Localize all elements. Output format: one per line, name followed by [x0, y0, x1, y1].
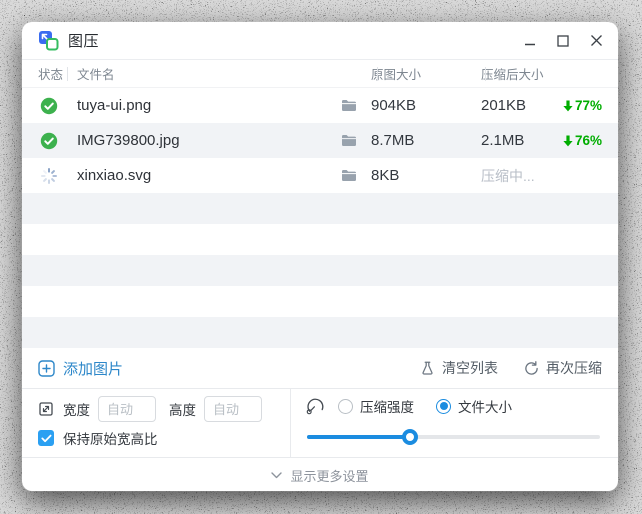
original-size: 904KB — [371, 97, 417, 114]
empty-row — [22, 317, 618, 348]
flask-icon — [420, 361, 435, 376]
success-check-icon — [40, 97, 58, 115]
original-size: 8KB — [371, 167, 400, 184]
compressed-size: 2.1MB — [481, 132, 525, 149]
reduction-arrow-icon — [563, 100, 573, 112]
plus-square-icon — [38, 359, 55, 377]
show-more-settings-label: 显示更多设置 — [290, 468, 369, 484]
width-label: 宽度 — [63, 403, 90, 418]
show-more-settings-button[interactable]: 显示更多设置 — [22, 458, 618, 491]
mode-strength-radio[interactable]: 压缩强度 — [338, 396, 414, 416]
keep-ratio-label: 保持原始宽高比 — [63, 432, 158, 447]
clear-list-button[interactable]: 清空列表 — [420, 358, 498, 378]
keep-ratio-checkbox[interactable] — [38, 430, 54, 446]
table-row[interactable]: tuya-ui.png 904KB 201KB 77% — [22, 88, 618, 123]
recompress-label: 再次压缩 — [546, 360, 602, 376]
slider-thumb[interactable] — [401, 429, 418, 445]
refresh-icon — [524, 360, 539, 376]
height-label: 高度 — [169, 403, 196, 418]
chevron-down-icon — [271, 471, 283, 479]
empty-row — [22, 255, 618, 286]
mode-strength-label: 压缩强度 — [360, 400, 414, 415]
original-size: 8.7MB — [371, 132, 415, 149]
settings-panel: 宽度 高度 保持原始宽高比 — [22, 388, 618, 458]
empty-row — [22, 224, 618, 255]
slider-fill — [307, 435, 410, 439]
mode-filesize-radio[interactable]: 文件大小 — [436, 396, 512, 416]
mode-filesize-label: 文件大小 — [458, 400, 512, 415]
header-separator — [485, 67, 486, 81]
app-window: 图压 状态 文件名 原图大小 压缩后大小 tuya-ui.png 904KB 2… — [22, 22, 618, 491]
compression-slider[interactable] — [307, 429, 600, 445]
open-folder-icon[interactable] — [332, 99, 366, 112]
column-filename: 文件名 — [77, 68, 115, 82]
filename: tuya-ui.png — [77, 97, 152, 114]
gauge-icon — [305, 397, 325, 415]
clear-list-label: 清空列表 — [442, 360, 498, 376]
resize-icon — [38, 401, 54, 417]
table-row[interactable]: xinxiao.svg 8KB 压缩中... — [22, 158, 618, 193]
spinner-icon — [40, 167, 58, 185]
slider-track[interactable] — [307, 429, 600, 445]
open-folder-icon[interactable] — [332, 169, 366, 182]
add-images-label: 添加图片 — [63, 360, 124, 378]
width-input[interactable] — [98, 396, 156, 422]
success-check-icon — [40, 132, 58, 150]
reduction-percent: 76% — [574, 133, 602, 148]
filename: xinxiao.svg — [77, 167, 152, 184]
app-logo-icon — [38, 30, 59, 51]
column-status: 状态 — [38, 68, 64, 82]
reduction-percent: 77% — [574, 98, 602, 113]
header-separator — [67, 67, 68, 81]
maximize-button[interactable] — [556, 34, 570, 48]
titlebar: 图压 — [22, 22, 618, 60]
add-images-button[interactable]: 添加图片 — [38, 358, 123, 379]
column-original-size: 原图大小 — [371, 68, 422, 82]
toolbar: 添加图片 清空列表 再次压缩 — [22, 348, 618, 388]
height-input[interactable] — [204, 396, 262, 422]
header-separator — [377, 67, 378, 81]
open-folder-icon[interactable] — [332, 134, 366, 147]
app-title: 图压 — [68, 33, 100, 50]
table-row[interactable]: IMG739800.jpg 8.7MB 2.1MB 76% — [22, 123, 618, 158]
empty-list-area — [22, 193, 618, 348]
filename: IMG739800.jpg — [77, 132, 180, 149]
empty-row — [22, 286, 618, 317]
compressed-size: 201KB — [481, 97, 527, 114]
column-compressed-size: 压缩后大小 — [481, 68, 544, 82]
compressing-status-text: 压缩中... — [481, 167, 535, 184]
recompress-button[interactable]: 再次压缩 — [524, 358, 602, 378]
radio-unselected-icon — [338, 398, 353, 414]
empty-row — [22, 193, 618, 224]
reduction-arrow-icon — [563, 135, 573, 147]
close-button[interactable] — [589, 34, 603, 48]
table-header: 状态 文件名 原图大小 压缩后大小 — [22, 60, 618, 88]
minimize-button[interactable] — [523, 34, 537, 48]
radio-selected-icon — [436, 398, 451, 414]
